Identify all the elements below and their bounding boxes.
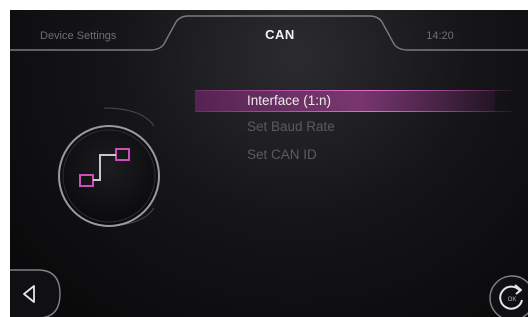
back-triangle-icon: [10, 269, 61, 317]
device-screen: Device Settings CAN 14:20 Interface (1:n…: [10, 10, 528, 317]
can-interface-icon: [58, 125, 160, 227]
page-title: CAN: [265, 27, 295, 42]
menu-item-interface[interactable]: Interface (1:n): [195, 90, 528, 112]
clock-time: 14:20: [426, 30, 454, 42]
selection-highlight: [195, 90, 495, 112]
menu-item-baud-rate[interactable]: Set Baud Rate: [195, 116, 528, 138]
menu-item-label: Set Baud Rate: [247, 119, 335, 134]
ok-label: OK: [508, 297, 517, 303]
selection-line-top: [195, 90, 513, 91]
can-section-icon: [56, 123, 162, 229]
back-button[interactable]: [10, 266, 68, 317]
ok-refresh-icon: OK: [489, 275, 528, 317]
menu-item-can-id[interactable]: Set CAN ID: [195, 144, 528, 166]
menu-item-label: Interface (1:n): [247, 93, 332, 108]
selection-line-bottom: [195, 111, 513, 112]
menu-item-label: Set CAN ID: [247, 147, 317, 162]
ok-button[interactable]: OK: [486, 272, 528, 317]
